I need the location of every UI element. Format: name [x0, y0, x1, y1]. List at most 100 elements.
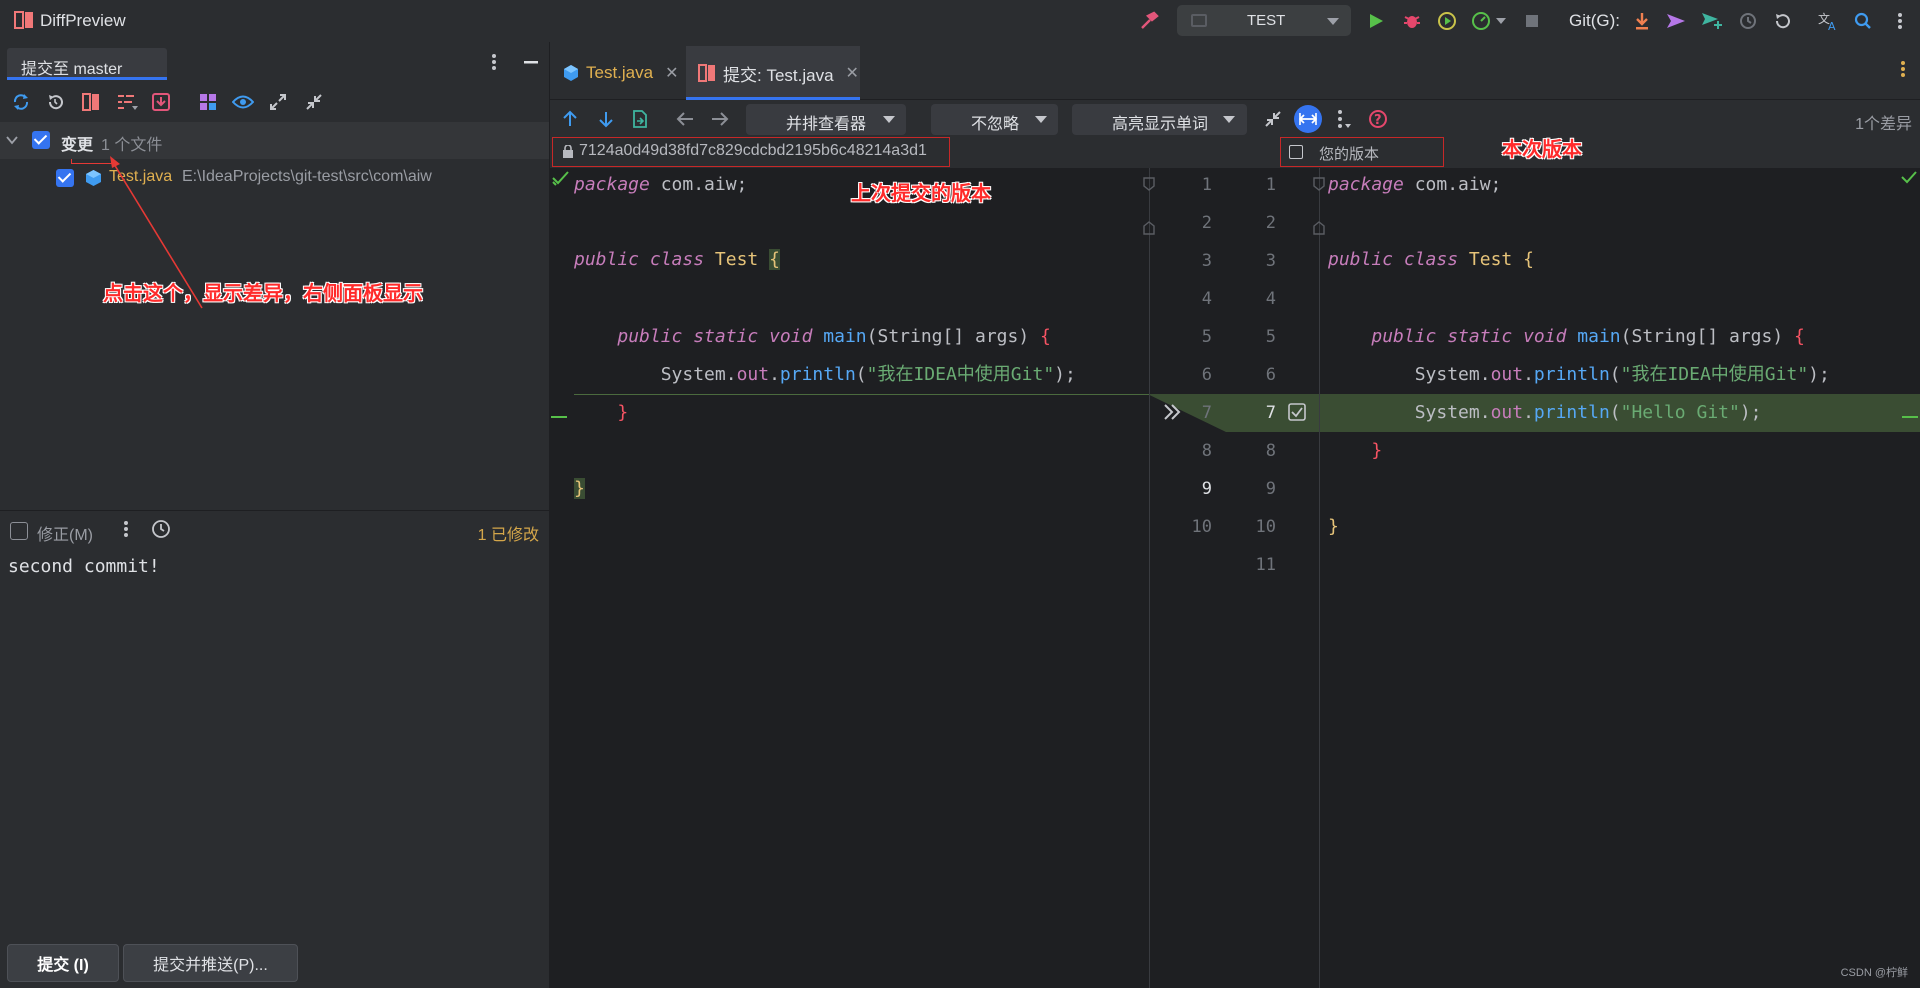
run-icon[interactable] [1364, 9, 1388, 33]
group-by-icon[interactable] [115, 90, 139, 114]
gutter-separator [1149, 168, 1150, 988]
git-push-icon[interactable] [1664, 9, 1688, 33]
close-icon[interactable]: ✕ [846, 63, 859, 83]
previous-difference-icon[interactable] [558, 107, 582, 131]
commit-tab-bar: 提交至 master [0, 42, 549, 82]
chevron-down-icon [1327, 18, 1339, 25]
eye-icon[interactable] [231, 90, 255, 114]
back-arrow-icon[interactable] [673, 107, 697, 131]
more-run-options-chevron-icon[interactable] [1494, 9, 1508, 33]
more-vertical-icon[interactable] [482, 50, 506, 74]
git-label: Git(G): [1569, 11, 1620, 30]
right-line-number: 10 [1255, 517, 1276, 537]
settings-more-icon[interactable] [1332, 107, 1356, 131]
rollback-icon[interactable] [43, 90, 67, 114]
left-line-number: 1 [1201, 175, 1212, 195]
left-diff-editor[interactable] [550, 168, 1149, 988]
commit-panel: 提交至 master 变更 1 个文件 Test.java E:\IdeaPro… [0, 42, 549, 988]
run-with-coverage-icon[interactable] [1435, 9, 1459, 33]
chevron-down-icon [883, 116, 895, 123]
your-version-label: 您的版本 [1319, 146, 1380, 163]
include-change-checkbox-icon[interactable] [1288, 403, 1306, 421]
layout-icon[interactable] [196, 90, 220, 114]
run-config-label: TEST [1247, 12, 1286, 29]
chevron-down-icon[interactable] [6, 135, 18, 145]
forward-arrow-icon[interactable] [708, 107, 732, 131]
amend-label[interactable]: 修正(M) [37, 521, 93, 545]
active-tab-indicator [7, 77, 167, 80]
stop-icon[interactable] [1520, 9, 1544, 33]
changed-file-row[interactable]: Test.java E:\IdeaProjects\git-test\src\c… [0, 159, 549, 197]
translate-icon[interactable]: 文A [1816, 9, 1840, 33]
tab-test-java[interactable]: Test.java ✕ [550, 46, 684, 100]
next-difference-icon[interactable] [594, 107, 618, 131]
diff-preview-icon [14, 11, 33, 29]
clock-icon[interactable] [149, 517, 173, 541]
minimize-icon[interactable] [519, 50, 543, 74]
right-line-number: 6 [1265, 365, 1276, 385]
amend-row: 修正(M) 1 已修改 [0, 510, 549, 546]
amend-checkbox[interactable] [10, 522, 28, 540]
tab-commit-diff[interactable]: 提交: Test.java ✕ [686, 46, 860, 100]
lock-icon [563, 145, 573, 158]
changes-checkbox[interactable] [32, 131, 50, 149]
right-line-number: 9 [1265, 479, 1276, 499]
left-code-line-3: public class Test { [574, 249, 780, 270]
run-configuration-selector[interactable]: TEST [1177, 5, 1351, 36]
commit-button[interactable]: 提交 (I) [7, 944, 119, 982]
left-code-line-6: System.out.println("我在IDEA中使用Git"); [660, 364, 1076, 385]
history-icon[interactable] [1736, 9, 1760, 33]
configuration-icon [1191, 14, 1207, 27]
right-diff-editor[interactable] [1320, 168, 1920, 988]
collapse-unchanged-icon[interactable] [1261, 107, 1285, 131]
commit-and-push-button[interactable]: 提交并推送(P)... [123, 944, 298, 982]
title-bar: DiffPreview TEST Git(G): 文A [0, 0, 1920, 42]
left-line-number: 4 [1201, 289, 1212, 309]
ignore-whitespace-select[interactable]: 不忽略 [931, 104, 1058, 135]
file-checkbox[interactable] [56, 169, 74, 187]
left-line-number: 5 [1201, 327, 1212, 347]
right-line-number: 8 [1265, 441, 1276, 461]
refresh-icon[interactable] [9, 90, 33, 114]
shelve-icon[interactable] [149, 90, 173, 114]
close-icon[interactable]: ✕ [665, 63, 678, 83]
jump-to-source-icon[interactable] [628, 107, 652, 131]
commit-hash: 7124a0d49d38fd7c829cdcbd2195b6c48214a3d1 [579, 142, 927, 159]
left-line-number: 3 [1201, 251, 1212, 271]
ignore-value: 不忽略 [971, 116, 1020, 133]
modified-count: 1 已修改 [477, 527, 539, 544]
more-vertical-icon[interactable] [1900, 60, 1906, 83]
build-hammer-icon[interactable] [1137, 9, 1161, 33]
annotation-click-hint: 点击这个，显示差异，右侧面板显示 [103, 283, 423, 305]
checkbox-icon[interactable] [1289, 145, 1303, 159]
viewer-type-select[interactable]: 并排查看器 [746, 104, 906, 135]
git-commit-push-icon[interactable] [1700, 9, 1724, 33]
profiler-icon[interactable] [1469, 9, 1493, 33]
fold-markers[interactable] [1141, 176, 1157, 236]
right-code-line-7-added: System.out.println("Hello Git"); [1414, 402, 1762, 423]
viewer-type-value: 并排查看器 [786, 116, 867, 133]
commit-toolbar [0, 82, 549, 122]
commit-message-input[interactable]: second commit! [8, 556, 160, 577]
expand-all-icon[interactable] [266, 90, 290, 114]
search-icon[interactable] [1851, 9, 1875, 33]
left-code-line-1: package com.aiw; [574, 174, 748, 195]
highlight-mode-select[interactable]: 高亮显示单词 [1072, 104, 1247, 135]
more-vertical-icon[interactable] [1888, 9, 1912, 33]
deleted-position-marker [574, 394, 1149, 395]
revision-header: 7124a0d49d38fd7c829cdcbd2195b6c48214a3d1… [550, 137, 1920, 168]
help-icon[interactable]: ? [1366, 107, 1390, 131]
changes-group-row[interactable]: 变更 1 个文件 [0, 122, 549, 159]
collapse-all-icon[interactable] [302, 90, 326, 114]
git-update-icon[interactable] [1630, 9, 1654, 33]
right-line-number: 2 [1265, 213, 1276, 233]
right-line-number: 7 [1265, 403, 1276, 423]
show-diff-icon[interactable] [79, 90, 103, 114]
more-vertical-icon[interactable] [114, 517, 138, 541]
rollback-icon[interactable] [1770, 9, 1794, 33]
right-code-line-10: } [1328, 516, 1339, 537]
tab-commit-to-master[interactable]: 提交至 master [7, 48, 167, 80]
sync-scroll-icon[interactable] [1294, 105, 1322, 133]
debug-bug-icon[interactable] [1400, 9, 1424, 33]
fold-markers[interactable] [1311, 176, 1327, 236]
